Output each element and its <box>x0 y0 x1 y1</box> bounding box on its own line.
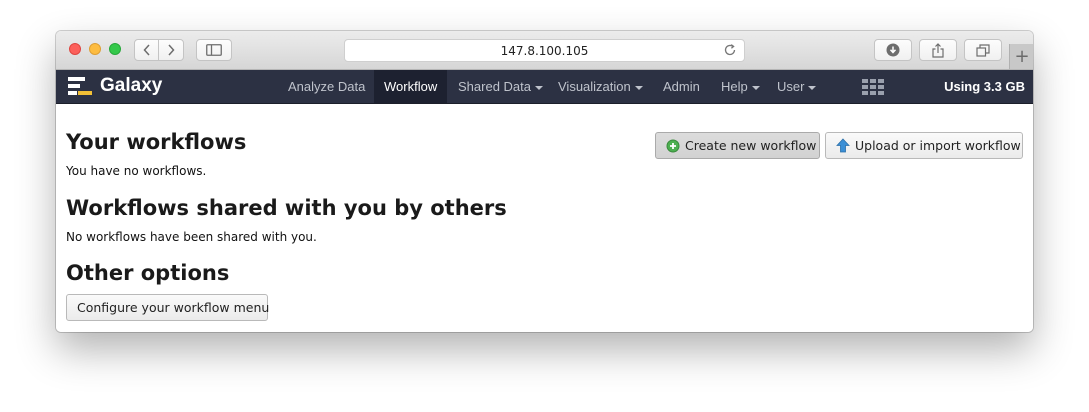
share-button[interactable] <box>919 39 957 61</box>
grid-icon[interactable] <box>862 79 884 99</box>
nav-admin[interactable]: Admin <box>653 70 710 103</box>
url-text: 147.8.100.105 <box>500 43 589 58</box>
caret-down-icon <box>634 85 643 90</box>
configure-workflow-menu-button[interactable]: Configure your workflow menu <box>66 294 270 321</box>
nav-visualization[interactable]: Visualization <box>548 70 653 103</box>
chevron-right-icon <box>168 44 175 56</box>
arrow-up-icon <box>836 138 850 153</box>
share-icon <box>932 42 944 58</box>
your-workflows-heading: Your workflows <box>66 130 247 154</box>
nav-label: User <box>777 79 805 94</box>
nav-label: Admin <box>663 79 700 94</box>
sidebar-toggle-button[interactable] <box>196 39 232 61</box>
nav-label: Visualization <box>558 79 631 94</box>
tabs-icon <box>976 43 990 57</box>
zoom-window-button[interactable] <box>109 43 121 55</box>
caret-down-icon <box>808 85 817 90</box>
plus-icon: + <box>1014 46 1030 67</box>
nav-shared-data[interactable]: Shared Data <box>448 70 553 103</box>
nav-label: Help <box>721 79 748 94</box>
browser-toolbar: 147.8.100.105 + <box>56 31 1033 70</box>
quota-meter[interactable]: Using 3.3 GB <box>944 70 1025 103</box>
new-tab-button[interactable]: + <box>1009 44 1033 69</box>
nav-workflow[interactable]: Workflow <box>374 70 448 103</box>
caret-down-icon <box>751 85 760 90</box>
plus-circle-icon <box>666 139 680 153</box>
nav-help[interactable]: Help <box>711 70 770 103</box>
close-window-button[interactable] <box>69 43 81 55</box>
nav-label: Analyze Data <box>288 79 366 94</box>
browser-window: 147.8.100.105 + Galaxy Analyze Data Work… <box>56 31 1033 332</box>
upload-import-workflow-button[interactable]: Upload or import workflow <box>825 132 1023 159</box>
other-options-heading: Other options <box>66 261 230 285</box>
button-label: Create new workflow <box>685 138 817 153</box>
button-label: Configure your workflow menu <box>77 300 270 315</box>
no-shared-workflows-text: No workflows have been shared with you. <box>66 230 317 244</box>
back-button[interactable] <box>134 39 159 61</box>
create-new-workflow-button[interactable]: Create new workflow <box>655 132 820 159</box>
sidebar-icon <box>206 44 222 56</box>
address-bar[interactable]: 147.8.100.105 <box>344 39 745 62</box>
nav-label: Shared Data <box>458 79 531 94</box>
shared-workflows-heading: Workflows shared with you by others <box>66 196 507 220</box>
galaxy-logo-icon[interactable] <box>68 77 94 101</box>
button-label: Upload or import workflow <box>855 138 1021 153</box>
minimize-window-button[interactable] <box>89 43 101 55</box>
caret-down-icon <box>535 85 543 90</box>
galaxy-brand[interactable]: Galaxy <box>100 74 162 98</box>
galaxy-masthead: Galaxy Analyze Data Workflow Shared Data… <box>56 70 1033 104</box>
downloads-button[interactable] <box>874 39 912 61</box>
show-tabs-button[interactable] <box>964 39 1002 61</box>
chevron-left-icon <box>142 44 150 56</box>
nav-label: Workflow <box>384 79 438 94</box>
no-workflows-text: You have no workflows. <box>66 164 207 178</box>
reload-icon[interactable] <box>723 43 737 60</box>
forward-button[interactable] <box>158 39 184 61</box>
nav-user[interactable]: User <box>767 70 826 103</box>
download-icon <box>886 43 900 57</box>
nav-analyze-data[interactable]: Analyze Data <box>278 70 375 103</box>
main-content: Your workflows You have no workflows. Wo… <box>56 104 1033 332</box>
